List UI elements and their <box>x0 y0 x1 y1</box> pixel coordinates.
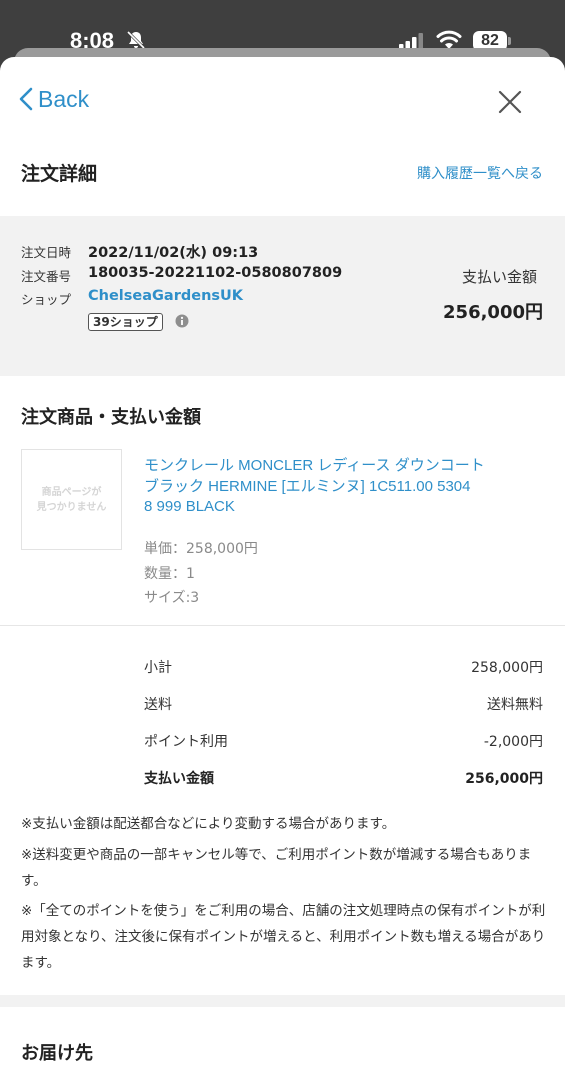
order-date-value: 2022/11/02(水) 09:13 <box>88 245 259 261</box>
payment-amount-value: 256,000円 <box>443 302 543 323</box>
battery-nub <box>508 37 511 45</box>
back-label: Back <box>38 85 90 112</box>
unit-price: 単価：258,000円 <box>144 541 258 557</box>
page-title: 注文詳細 <box>21 163 98 185</box>
shipping-value: 送料無料 <box>487 697 543 713</box>
close-icon[interactable] <box>497 89 523 115</box>
purchase-history-link[interactable]: 購入履歴一覧へ戻る <box>417 163 543 183</box>
order-number-label: 注文番号 <box>21 269 72 284</box>
total-label: 支払い金額 <box>144 771 214 787</box>
wifi-icon <box>436 30 462 49</box>
payment-amount-label: 支払い金額 <box>461 268 537 286</box>
product-name-line: ブラック HERMINE [エルミンヌ] 1C511.00 5304 <box>144 477 471 495</box>
points-used-value: -2,000円 <box>483 734 543 750</box>
subtotal-label: 小計 <box>144 660 172 676</box>
bell-slash-icon <box>126 30 146 50</box>
note-text: ※支払い金額は配送都合などにより変動する場合があります。 <box>21 816 396 832</box>
products-section-title: 注文商品・支払い金額 <box>21 407 201 428</box>
order-info-panel: 注文日時 2022/11/02(水) 09:13 注文番号 180035-202… <box>0 216 565 364</box>
info-icon[interactable] <box>175 314 189 328</box>
note-text: ※送料変更や商品の一部キャンセル等で、ご利用ポイント数が増減する場合もあります。 <box>21 847 532 889</box>
product-image-placeholder[interactable]: 商品ページが 見つかりません <box>21 449 122 550</box>
divider <box>0 625 565 626</box>
order-number-value: 180035-20221102-0580807809 <box>88 265 343 281</box>
chevron-left-icon <box>19 87 33 111</box>
shop-label: ショップ <box>21 292 72 307</box>
title-row: 注文詳細 購入履歴一覧へ戻る <box>0 153 565 193</box>
size: サイズ:3 <box>144 590 200 606</box>
shop-badge: 39ショップ <box>88 313 163 331</box>
shipping-label: 送料 <box>144 697 172 713</box>
note-text: ※「全てのポイントを使う」をご利用の場合、店舗の注文処理時点の保有ポイントが利用… <box>21 903 546 971</box>
subtotal-value: 258,000円 <box>471 660 543 676</box>
section-gap <box>0 364 565 376</box>
total-value: 256,000円 <box>465 771 543 787</box>
order-date-label: 注文日時 <box>21 245 72 260</box>
back-button[interactable]: Back <box>18 83 89 115</box>
delivery-section-title: お届け先 <box>21 1043 93 1064</box>
placeholder-text-line2: 見つかりません <box>36 501 107 513</box>
section-gap <box>0 995 565 1007</box>
product-name-line: 8 999 BLACK <box>144 498 235 515</box>
product-name-line: モンクレール MONCLER レディース ダウンコート <box>144 457 485 474</box>
placeholder-text-line1: 商品ページが <box>41 486 102 498</box>
product-name-link[interactable]: モンクレール MONCLER レディース ダウンコート ブラック HERMINE… <box>144 456 539 518</box>
points-used-label: ポイント利用 <box>144 734 228 750</box>
order-detail-sheet: Back 注文詳細 購入履歴一覧へ戻る 注文日時 2022/11/02(水) 0… <box>0 57 565 1087</box>
quantity: 数量：1 <box>144 566 195 582</box>
signal-icon <box>399 33 423 49</box>
shop-name-link[interactable]: ChelseaGardensUK <box>88 288 243 304</box>
